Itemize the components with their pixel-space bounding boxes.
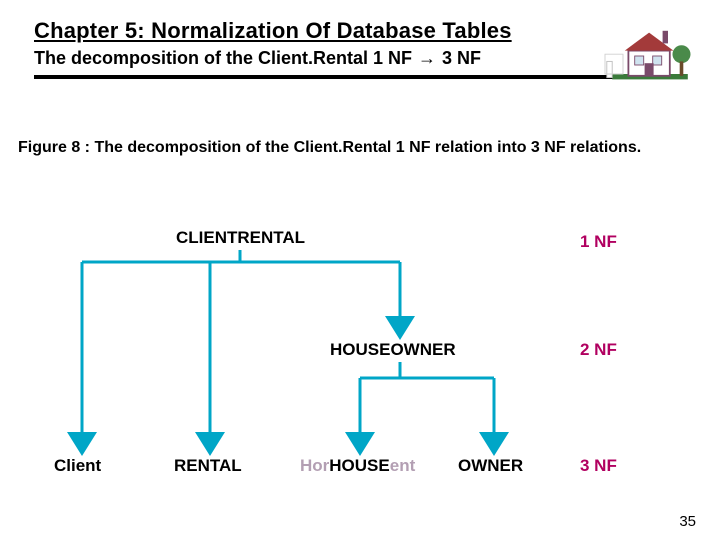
- figure-caption: Figure 8 : The decomposition of the Clie…: [0, 85, 720, 157]
- label-1nf: 1 NF: [580, 232, 617, 252]
- page-number: 35: [679, 513, 696, 530]
- divider: [34, 75, 686, 79]
- node-houseforrent-bg-left: Hor: [300, 456, 329, 475]
- node-clientrental: CLIENTRENTAL: [176, 228, 305, 248]
- subtitle-prefix: The decomposition of the Client.Rental 1…: [34, 48, 412, 69]
- subtitle: The decomposition of the Client.Rental 1…: [34, 48, 481, 69]
- node-house-combined: HorHOUSEent: [300, 456, 415, 476]
- house-icon: [602, 20, 698, 92]
- node-owner: OWNER: [458, 456, 523, 476]
- slide: Chapter 5: Normalization Of Database Tab…: [0, 0, 720, 540]
- node-rental: RENTAL: [174, 456, 242, 476]
- label-3nf: 3 NF: [580, 456, 617, 476]
- node-house: HOUSE: [329, 456, 389, 475]
- node-client: Client: [54, 456, 101, 476]
- node-houseforrent-bg-right: ent: [390, 456, 416, 475]
- arrow-right-icon: →: [418, 48, 436, 69]
- subtitle-suffix: 3 NF: [442, 48, 481, 69]
- decomposition-diagram: CLIENTRENTAL 1 NF HOUSEOWNER 2 NF Client…: [0, 200, 720, 510]
- label-2nf: 2 NF: [580, 340, 617, 360]
- chapter-title: Chapter 5: Normalization Of Database Tab…: [34, 18, 686, 44]
- node-houseowner: HOUSEOWNER: [330, 340, 456, 360]
